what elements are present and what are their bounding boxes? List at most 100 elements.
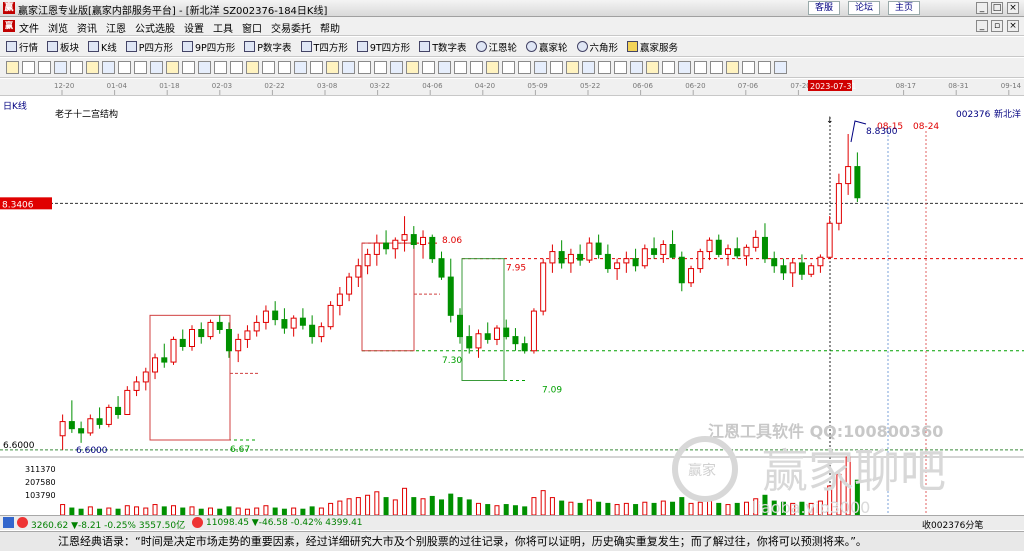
drawing-tool-icon[interactable] (134, 61, 147, 74)
kline-chart-panel[interactable]: 日K线 老子十二宫结构 002376 新北洋 8.3406 6.6000 6.6000 6.6… (0, 97, 1024, 517)
drawing-tool-icon[interactable] (6, 61, 19, 74)
drawing-tool-icon[interactable] (166, 61, 179, 74)
candle-body (725, 248, 731, 255)
9p-square-label: 9P四方形 (195, 42, 236, 54)
drawing-tool-icon[interactable] (310, 61, 323, 74)
menu-gann[interactable]: 江恩 (106, 20, 126, 35)
low-price-tag: 6.6000 (3, 441, 35, 451)
candle-body (623, 258, 630, 264)
drawing-tool-icon[interactable] (182, 61, 195, 74)
p-square-button[interactable]: P四方形 (125, 40, 173, 54)
drawing-tool-icon[interactable] (566, 61, 579, 74)
drawing-tool-icon[interactable] (422, 61, 435, 74)
drawing-tool-icon[interactable] (582, 61, 595, 74)
menu-formula[interactable]: 公式选股 (135, 20, 175, 35)
sector-button[interactable]: 板块 (47, 40, 79, 54)
menu-trade[interactable]: 交易委托 (271, 20, 311, 35)
t-table-icon (419, 41, 431, 52)
drawing-tool-icon[interactable] (342, 61, 355, 74)
drawing-tool-icon[interactable] (630, 61, 643, 74)
drawing-tool-icon[interactable] (774, 61, 787, 74)
drawing-tool-icon[interactable] (294, 61, 307, 74)
forum-link[interactable]: 论坛 (848, 1, 880, 15)
drawing-tool-icon[interactable] (614, 61, 627, 74)
drawing-tool-icon[interactable] (598, 61, 611, 74)
drawing-tool-icon[interactable] (390, 61, 403, 74)
drawing-tool-icon[interactable] (278, 61, 291, 74)
volume-bar (540, 490, 546, 516)
drawing-tool-icon[interactable] (678, 61, 691, 74)
tick-detail-text[interactable]: 收002376分笔 (922, 518, 983, 531)
drawing-tool-icon[interactable] (694, 61, 707, 74)
menu-window[interactable]: 窗口 (242, 20, 262, 35)
drawing-tool-icon[interactable] (198, 61, 211, 74)
candle-body (401, 234, 408, 241)
drawing-tool-icon[interactable] (726, 61, 739, 74)
drawing-tool-icon[interactable] (710, 61, 723, 74)
kline-button[interactable]: K线 (88, 40, 117, 54)
candle-body (752, 236, 759, 248)
9t-square-button[interactable]: 9T四方形 (356, 40, 410, 54)
drawing-tool-icon[interactable] (470, 61, 483, 74)
grid-icon (6, 41, 17, 52)
drawing-tool-icon[interactable] (22, 61, 35, 74)
doc-minimize-icon[interactable]: _ (976, 20, 988, 32)
t-table-button[interactable]: T数字表 (419, 40, 467, 54)
9p-square-button[interactable]: 9P四方形 (182, 40, 235, 54)
close-icon[interactable]: × (1007, 2, 1019, 14)
hexagon-button[interactable]: 六角形 (576, 40, 618, 54)
drawing-tool-icon[interactable] (454, 61, 467, 74)
drawing-tool-icon[interactable] (246, 61, 259, 74)
kline-chart[interactable]: 日K线老子十二宫结构 002376 新北洋 8.3406 6.6000 6.6000 6.6… (0, 97, 1024, 517)
drawing-tool-icon[interactable] (230, 61, 243, 74)
menu-settings[interactable]: 设置 (184, 20, 204, 35)
drawing-tool-icon[interactable] (326, 61, 339, 74)
drawing-tool-icon[interactable] (518, 61, 531, 74)
winner-wheel-button[interactable]: 赢家轮 (526, 40, 568, 54)
drawing-tool-icon[interactable] (486, 61, 499, 74)
drawing-tool-icon[interactable] (374, 61, 387, 74)
drawing-tool-icon[interactable] (150, 61, 163, 74)
drawing-tool-icon[interactable] (102, 61, 115, 74)
date-tick-label: 12-20 (54, 82, 74, 90)
drawing-tool-icon[interactable] (358, 61, 371, 74)
support-level-label: 7.95 (506, 264, 526, 274)
drawing-tool-icon[interactable] (262, 61, 275, 74)
menu-info[interactable]: 资讯 (77, 20, 97, 35)
gann-wheel-button[interactable]: 江恩轮 (475, 40, 517, 54)
drawing-tool-icon[interactable] (438, 61, 451, 74)
homepage-link[interactable]: 主页 (888, 1, 920, 15)
drawing-tool-icon[interactable] (502, 61, 515, 74)
volume-bar (457, 497, 463, 516)
drawing-tool-icon[interactable] (646, 61, 659, 74)
menu-tools[interactable]: 工具 (213, 20, 233, 35)
service-button[interactable]: 赢家服务 (627, 40, 678, 54)
drawing-tool-icon[interactable] (70, 61, 83, 74)
quote-button[interactable]: 行情 (6, 40, 38, 54)
menu-file[interactable]: 文件 (19, 20, 39, 35)
drawing-tool-icon[interactable] (534, 61, 547, 74)
drawing-tool-icon[interactable] (214, 61, 227, 74)
drawing-tool-icon[interactable] (662, 61, 675, 74)
drawing-tool-icon[interactable] (406, 61, 419, 74)
t-square-button[interactable]: T四方形 (300, 40, 348, 54)
stock-code: 002376 (956, 110, 991, 120)
drawing-tool-icon[interactable] (118, 61, 131, 74)
doc-restore-icon[interactable]: ▫ (991, 20, 1003, 32)
drawing-tool-icon[interactable] (54, 61, 67, 74)
p-table-button[interactable]: P数字表 (244, 40, 292, 54)
menu-help[interactable]: 帮助 (320, 20, 340, 35)
minimize-icon[interactable]: _ (976, 2, 988, 14)
maximize-icon[interactable]: □ (991, 2, 1003, 14)
drawing-tool-icon[interactable] (86, 61, 99, 74)
volume-bar (568, 501, 574, 516)
drawing-tool-icon[interactable] (742, 61, 755, 74)
candle-body (59, 421, 66, 437)
customer-service-link[interactable]: 客服 (808, 1, 840, 15)
drawing-tool-icon[interactable] (38, 61, 51, 74)
drawing-tool-icon[interactable] (550, 61, 563, 74)
doc-close-icon[interactable]: × (1007, 20, 1019, 32)
menu-browse[interactable]: 浏览 (48, 20, 68, 35)
menu-grid-icon[interactable] (3, 517, 14, 528)
drawing-tool-icon[interactable] (758, 61, 771, 74)
